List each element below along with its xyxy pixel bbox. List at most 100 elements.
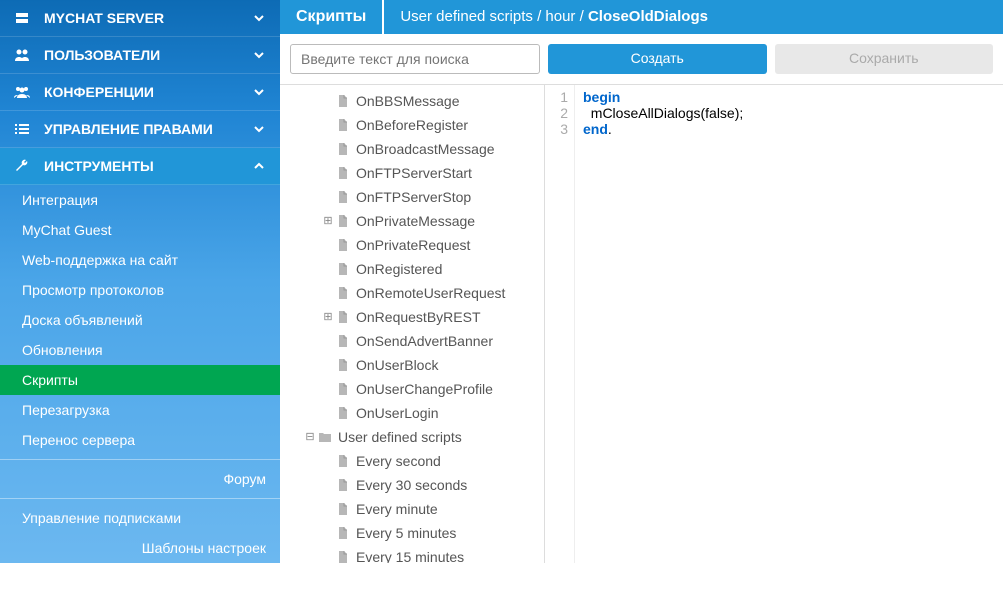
group-icon [14, 84, 34, 100]
file-icon [334, 382, 352, 396]
file-icon [334, 262, 352, 276]
gutter: 1 2 3 [545, 85, 575, 563]
node-label: User defined scripts [338, 427, 462, 447]
expander-icon[interactable]: ⊞ [322, 307, 334, 327]
node-label: OnPrivateMessage [356, 211, 475, 231]
file-icon [334, 238, 352, 252]
code-body[interactable]: begin mCloseAllDialogs(false); end. [575, 85, 751, 563]
sidebar-item-users[interactable]: ПОЛЬЗОВАТЕЛИ [0, 37, 280, 74]
sub-protocols[interactable]: Просмотр протоколов [0, 275, 280, 305]
sub-scripts[interactable]: Скрипты [0, 365, 280, 395]
label: ПОЛЬЗОВАТЕЛИ [44, 47, 160, 63]
node-label: OnBeforeRegister [356, 115, 468, 135]
node-label: OnUserBlock [356, 355, 438, 375]
tree-node[interactable]: OnBroadcastMessage [280, 137, 544, 161]
sidebar-item-rights[interactable]: УПРАВЛЕНИЕ ПРАВАМИ [0, 111, 280, 148]
separator [0, 567, 280, 568]
tree-node[interactable]: OnPrivateRequest [280, 233, 544, 257]
tools-submenu: Интеграция MyChat Guest Web-поддержка на… [0, 185, 280, 455]
tree-node[interactable]: ⊞ OnRequestByREST [280, 305, 544, 329]
main: Скрипты User defined scripts / hour / Cl… [280, 0, 1003, 563]
search-input[interactable] [290, 44, 540, 74]
file-icon [334, 166, 352, 180]
tree-node[interactable]: OnBBSMessage [280, 89, 544, 113]
folder-icon [316, 430, 334, 444]
file-icon [334, 118, 352, 132]
tree-node[interactable]: OnFTPServerStop [280, 185, 544, 209]
node-label: OnBBSMessage [356, 91, 460, 111]
chevron-down-icon [252, 48, 266, 62]
label: УПРАВЛЕНИЕ ПРАВАМИ [44, 121, 213, 137]
script-tree[interactable]: OnBBSMessage OnBeforeRegister OnBroadcastM… [280, 85, 545, 563]
users-icon [14, 47, 34, 63]
file-icon [334, 334, 352, 348]
sub-guest[interactable]: MyChat Guest [0, 215, 280, 245]
sub-restart[interactable]: Перезагрузка [0, 395, 280, 425]
sub-integration[interactable]: Интеграция [0, 185, 280, 215]
server-icon [14, 10, 34, 26]
tree-node[interactable]: OnRemoteUserRequest [280, 281, 544, 305]
wrench-icon [14, 158, 34, 174]
tree-node[interactable]: ⊟ User defined scripts [280, 425, 544, 449]
keyword: begin [583, 89, 620, 105]
sidebar-item-conferences[interactable]: КОНФЕРЕНЦИИ [0, 74, 280, 111]
tree-node[interactable]: Every second [280, 449, 544, 473]
keyword: end [583, 121, 608, 137]
file-icon [334, 502, 352, 516]
save-button[interactable]: Сохранить [775, 44, 994, 74]
tree-node[interactable]: Every minute [280, 497, 544, 521]
chevron-down-icon [252, 85, 266, 99]
tree-node[interactable]: OnUserBlock [280, 353, 544, 377]
tree-node[interactable]: OnBeforeRegister [280, 113, 544, 137]
expander-icon[interactable]: ⊞ [322, 211, 334, 231]
node-label: OnUserChangeProfile [356, 379, 493, 399]
node-label: OnRegistered [356, 259, 442, 279]
file-icon [334, 406, 352, 420]
sub-client-settings[interactable]: Назначение настроек клиентам [0, 572, 280, 602]
file-icon [334, 94, 352, 108]
toolbar: Создать Сохранить [280, 34, 1003, 85]
sub-subscriptions[interactable]: Управление подписками [0, 503, 280, 533]
sub-forum[interactable]: Форум [0, 464, 280, 494]
node-label: OnSendAdvertBanner [356, 331, 493, 351]
node-label: Every minute [356, 499, 438, 519]
code-line: mCloseAllDialogs(false); [583, 105, 743, 121]
node-label: Every 5 minutes [356, 523, 456, 543]
tree-node[interactable]: OnUserChangeProfile [280, 377, 544, 401]
node-label: OnPrivateRequest [356, 235, 470, 255]
tree-node[interactable]: OnRegistered [280, 257, 544, 281]
tree-node[interactable]: Every 5 minutes [280, 521, 544, 545]
separator [0, 459, 280, 460]
sidebar: MYCHAT SERVER ПОЛЬЗОВАТЕЛИ КОНФЕРЕНЦИИ У… [0, 0, 280, 563]
tree-node[interactable]: OnFTPServerStart [280, 161, 544, 185]
tree-node[interactable]: Every 30 seconds [280, 473, 544, 497]
file-icon [334, 526, 352, 540]
label: MYCHAT SERVER [44, 10, 164, 26]
sidebar-item-tools[interactable]: ИНСТРУМЕНТЫ [0, 148, 280, 185]
path-text: User defined scripts / hour / [400, 8, 588, 25]
tree-node[interactable]: ⊞ OnPrivateMessage [280, 209, 544, 233]
node-label: OnRequestByREST [356, 307, 481, 327]
chevron-down-icon [252, 122, 266, 136]
sub-templates[interactable]: Шаблоны настроек [0, 533, 280, 563]
file-icon [334, 214, 352, 228]
expander-icon[interactable]: ⊟ [304, 427, 316, 447]
create-button[interactable]: Создать [548, 44, 767, 74]
sub-updates[interactable]: Обновления [0, 335, 280, 365]
node-label: OnBroadcastMessage [356, 139, 495, 159]
tree-node[interactable]: OnUserLogin [280, 401, 544, 425]
file-icon [334, 550, 352, 563]
file-icon [334, 358, 352, 372]
breadcrumb: Скрипты User defined scripts / hour / Cl… [280, 0, 1003, 34]
sub-transfer[interactable]: Перенос сервера [0, 425, 280, 455]
sidebar-item-server[interactable]: MYCHAT SERVER [0, 0, 280, 37]
code-editor[interactable]: 1 2 3 begin mCloseAllDialogs(false); end… [545, 85, 1003, 563]
node-label: OnRemoteUserRequest [356, 283, 505, 303]
sub-websupport[interactable]: Web-поддержка на сайт [0, 245, 280, 275]
tree-node[interactable]: OnSendAdvertBanner [280, 329, 544, 353]
label: КОНФЕРЕНЦИИ [44, 84, 154, 100]
line-num: 2 [545, 105, 568, 121]
line-num: 3 [545, 121, 568, 137]
tree-node[interactable]: Every 15 minutes [280, 545, 544, 563]
sub-bulletin[interactable]: Доска объявлений [0, 305, 280, 335]
